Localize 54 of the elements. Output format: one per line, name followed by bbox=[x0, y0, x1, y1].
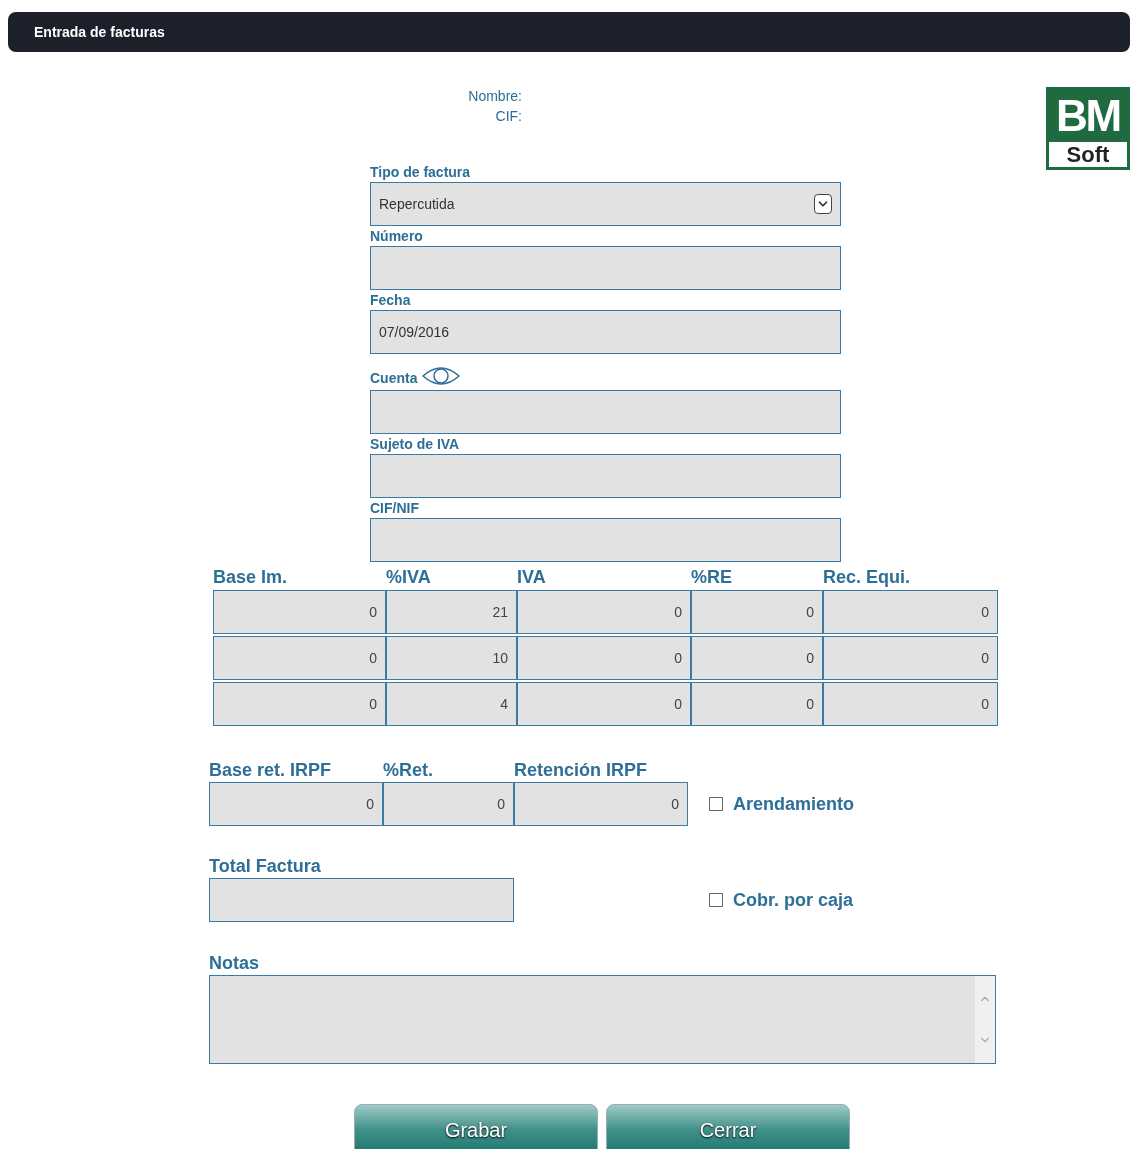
column-header: Retención IRPF bbox=[514, 760, 647, 780]
input-field[interactable] bbox=[370, 390, 841, 434]
input-field[interactable] bbox=[370, 454, 841, 498]
checkbox-label: Arendamiento bbox=[733, 792, 855, 816]
scrollbar[interactable] bbox=[975, 976, 995, 1063]
number-input[interactable]: 10 bbox=[386, 636, 517, 680]
field-label: Tipo de factura bbox=[370, 163, 471, 182]
eye-icon[interactable] bbox=[421, 364, 462, 388]
logo: BM Soft bbox=[1046, 87, 1130, 170]
column-header: %IVA bbox=[386, 567, 431, 587]
window-title: Entrada de facturas bbox=[34, 22, 165, 42]
field-label: Fecha bbox=[370, 291, 411, 310]
action-button[interactable]: Grabar bbox=[354, 1104, 598, 1149]
action-button[interactable]: Cerrar bbox=[606, 1104, 850, 1149]
column-header: %RE bbox=[691, 567, 732, 587]
number-input[interactable]: 0 bbox=[823, 636, 998, 680]
number-input[interactable]: 0 bbox=[514, 782, 688, 826]
field-label: Cuenta bbox=[370, 369, 418, 388]
number-input[interactable]: 0 bbox=[213, 636, 386, 680]
column-header: IVA bbox=[517, 567, 546, 587]
column-header: Base ret. IRPF bbox=[209, 760, 332, 780]
checkbox[interactable] bbox=[709, 893, 723, 907]
number-input[interactable]: 0 bbox=[517, 682, 691, 726]
number-input[interactable]: 4 bbox=[386, 682, 517, 726]
field-label: Sujeto de IVA bbox=[370, 435, 460, 454]
total-label: Total Factura bbox=[209, 855, 322, 878]
number-input[interactable]: 0 bbox=[823, 682, 998, 726]
number-input[interactable]: 0 bbox=[691, 682, 823, 726]
column-header: Rec. Equi. bbox=[823, 567, 911, 587]
checkbox[interactable] bbox=[709, 797, 723, 811]
number-input[interactable]: 0 bbox=[691, 590, 823, 634]
input-field[interactable]: 07/09/2016 bbox=[370, 310, 841, 354]
checkbox-label: Cobr. por caja bbox=[733, 888, 854, 912]
number-input[interactable]: 0 bbox=[213, 682, 386, 726]
total-field[interactable] bbox=[209, 878, 514, 922]
number-input[interactable]: 0 bbox=[517, 590, 691, 634]
number-input[interactable]: 0 bbox=[209, 782, 383, 826]
input-field[interactable] bbox=[370, 246, 841, 290]
field-label: Número bbox=[370, 227, 423, 246]
notes-label: Notas bbox=[209, 952, 260, 975]
input-field[interactable] bbox=[370, 518, 841, 562]
invoice-type-select[interactable]: Repercutida bbox=[370, 182, 841, 226]
number-input[interactable]: 0 bbox=[517, 636, 691, 680]
name-label: Nombre: bbox=[468, 87, 522, 106]
notes-field[interactable] bbox=[209, 975, 996, 1064]
cif-label: CIF: bbox=[495, 107, 522, 126]
field-label: CIF/NIF bbox=[370, 499, 419, 518]
number-input[interactable]: 0 bbox=[823, 590, 998, 634]
column-header: %Ret. bbox=[383, 760, 433, 780]
number-input[interactable]: 0 bbox=[213, 590, 386, 634]
column-header: Base Im. bbox=[213, 567, 288, 587]
number-input[interactable]: 21 bbox=[386, 590, 517, 634]
number-input[interactable]: 0 bbox=[383, 782, 514, 826]
number-input[interactable]: 0 bbox=[691, 636, 823, 680]
